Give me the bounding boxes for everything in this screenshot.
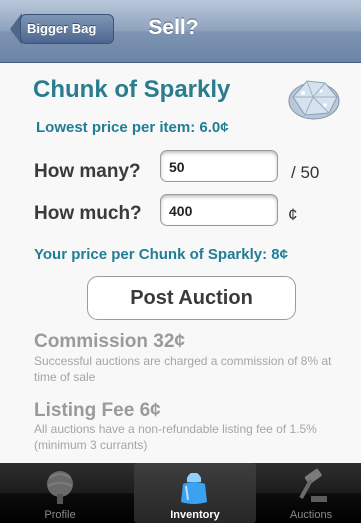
- tab-inventory-label: Inventory: [170, 509, 220, 521]
- post-auction-button[interactable]: Post Auction: [87, 276, 296, 320]
- how-much-label: How much?: [34, 203, 142, 224]
- listing-fee-title: Listing Fee 6¢: [34, 400, 161, 421]
- your-price-text: Your price per Chunk of Sparkly: 8¢: [34, 246, 288, 263]
- tab-auctions[interactable]: Auctions: [261, 463, 361, 523]
- page-title: Sell?: [148, 16, 199, 39]
- quantity-input[interactable]: 50: [160, 150, 278, 182]
- sparkly-chunk-icon: [288, 80, 340, 120]
- commission-text: Successful auctions are charged a commis…: [34, 354, 332, 384]
- price-unit-text: ¢: [288, 205, 298, 224]
- item-name: Chunk of Sparkly: [33, 76, 231, 103]
- price-input[interactable]: 400: [160, 194, 278, 226]
- tab-auctions-label: Auctions: [289, 509, 333, 521]
- listing-fee-text: All auctions have a non-refundable listi…: [34, 422, 317, 452]
- tab-profile[interactable]: Profile: [0, 463, 120, 523]
- tab-bar: Profile Inventory Auctions: [0, 463, 361, 523]
- how-many-label: How many?: [34, 161, 141, 182]
- sell-form: Chunk of Sparkly Lowest price per item: …: [0, 63, 361, 463]
- inventory-icon: [181, 473, 207, 504]
- nav-bar: Bigger Bag Sell?: [0, 0, 361, 63]
- lowest-price-text: Lowest price per item: 6.0¢: [36, 119, 229, 136]
- tab-inventory[interactable]: Inventory: [134, 463, 256, 523]
- auctions-icon: [299, 468, 327, 502]
- quantity-max-text: / 50: [291, 163, 320, 182]
- commission-title: Commission 32¢: [34, 331, 185, 352]
- profile-icon: [47, 471, 73, 504]
- tab-profile-label: Profile: [44, 509, 76, 521]
